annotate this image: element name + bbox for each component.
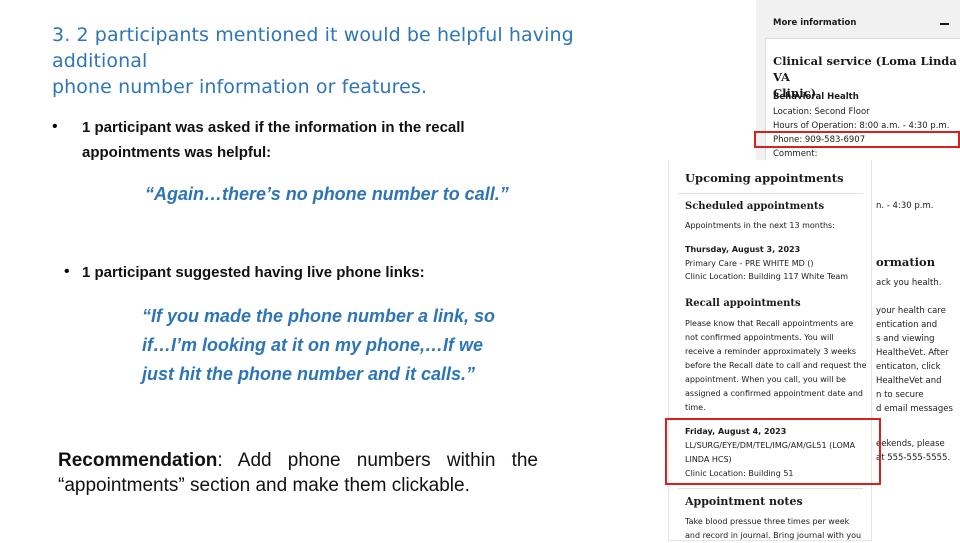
scheduled-subtext: Appointments in the next 13 months: bbox=[685, 221, 835, 230]
bg-weekends-line-2: at 555-555-5555. bbox=[876, 453, 951, 463]
bg-line: n to secure bbox=[876, 390, 924, 400]
quote-2-line-2: if…I’m looking at it on my phone,…If we bbox=[142, 335, 484, 355]
bg-line: HealtheVet. After bbox=[876, 348, 949, 358]
recall-appointment-highlight-box bbox=[665, 418, 881, 485]
service-location: Location: Second Floor bbox=[773, 106, 870, 117]
clinical-service-details: Behavioral Health Location: Second Floor… bbox=[773, 90, 958, 161]
clinical-service-title-line-1: Clinical service (Loma Linda VA bbox=[773, 54, 957, 84]
recall-explanation: Please know that Recall appointments are… bbox=[685, 317, 867, 415]
bg-line: enticaton, click bbox=[876, 362, 941, 372]
finding-2-text: 1 participant suggested having live phon… bbox=[82, 264, 425, 281]
more-info-header-label: More information bbox=[773, 18, 857, 28]
bullet-1: • bbox=[52, 118, 58, 135]
service-comment: Comment: bbox=[773, 148, 818, 159]
divider bbox=[678, 488, 863, 489]
recall-line: before the Recall date to call and reque… bbox=[685, 361, 867, 370]
bg-line: entication and bbox=[876, 320, 938, 330]
recommendation: Recommendation: Add phone numbers within… bbox=[58, 448, 538, 498]
finding-heading: 3. 2 participants mentioned it would be … bbox=[52, 22, 632, 100]
bg-track-fragment: ack you health. bbox=[876, 278, 942, 288]
bg-weekends-fragment: eekends, please at 555-555-5555. bbox=[876, 437, 950, 465]
minus-icon[interactable] bbox=[940, 23, 949, 25]
recall-heading: Recall appointments bbox=[685, 298, 801, 309]
bg-line: s and viewing bbox=[876, 334, 935, 344]
bg-hours-fragment: n. - 4:30 p.m. bbox=[876, 201, 934, 211]
bg-weekends-line-1: eekends, please bbox=[876, 439, 945, 449]
appointment-notes-heading: Appointment notes bbox=[685, 495, 803, 508]
scheduled-heading: Scheduled appointments bbox=[685, 201, 825, 212]
appointment-item-1: Thursday, August 3, 2023 Primary Care - … bbox=[685, 243, 870, 284]
recall-line: Please know that Recall appointments are bbox=[685, 319, 854, 328]
phone-highlight-box bbox=[754, 131, 960, 148]
quote-1: “Again…there’s no phone number to call.” bbox=[145, 184, 509, 204]
finding-1-line-2: appointments was helpful: bbox=[82, 144, 272, 161]
recall-line: not confirmed appointments. You will bbox=[685, 333, 834, 342]
service-subheading: Behavioral Health bbox=[773, 92, 859, 102]
bg-line: d email messages bbox=[876, 404, 953, 414]
bg-text-fragments: your health care entication and s and vi… bbox=[876, 304, 960, 416]
heading-line-2: phone number information or features. bbox=[52, 76, 428, 98]
finding-1-line-1: 1 participant was asked if the informati… bbox=[82, 119, 465, 136]
bullet-2: • bbox=[64, 263, 70, 280]
recommendation-label: Recommendation bbox=[58, 450, 218, 471]
appointment-1-date: Thursday, August 3, 2023 bbox=[685, 245, 801, 254]
notes-line-2: and record in journal. Bring journal wit… bbox=[685, 531, 862, 540]
recall-line: time. bbox=[685, 403, 706, 412]
recall-line: receive a reminder approximately 3 weeks bbox=[685, 347, 857, 356]
quote-2: “If you made the phone number a link, so… bbox=[142, 302, 562, 389]
quote-2-line-1: “If you made the phone number a link, so bbox=[142, 306, 496, 326]
finding-1-text: 1 participant was asked if the informati… bbox=[82, 115, 522, 165]
bg-info-heading-fragment: ormation bbox=[876, 255, 936, 269]
appointment-1-type: Primary Care - PRE WHITE MD () bbox=[685, 258, 814, 268]
bg-line: your health care bbox=[876, 306, 946, 316]
quote-2-line-3: just hit the phone number and it calls.” bbox=[142, 364, 476, 384]
heading-line-1: 3. 2 participants mentioned it would be … bbox=[52, 24, 574, 72]
recall-line: assigned a confirmed appointment date an… bbox=[685, 389, 863, 398]
bg-line: HealtheVet and bbox=[876, 376, 942, 386]
notes-line-1: Take blood pressue three times per week bbox=[685, 517, 850, 526]
appointment-notes-text: Take blood pressue three times per week … bbox=[685, 515, 867, 543]
recall-line: appointment. When you call, you will be bbox=[685, 375, 846, 384]
appointment-1-location: Clinic Location: Building 117 White Team bbox=[685, 272, 849, 281]
divider bbox=[678, 193, 863, 194]
appointments-title: Upcoming appointments bbox=[685, 171, 844, 185]
